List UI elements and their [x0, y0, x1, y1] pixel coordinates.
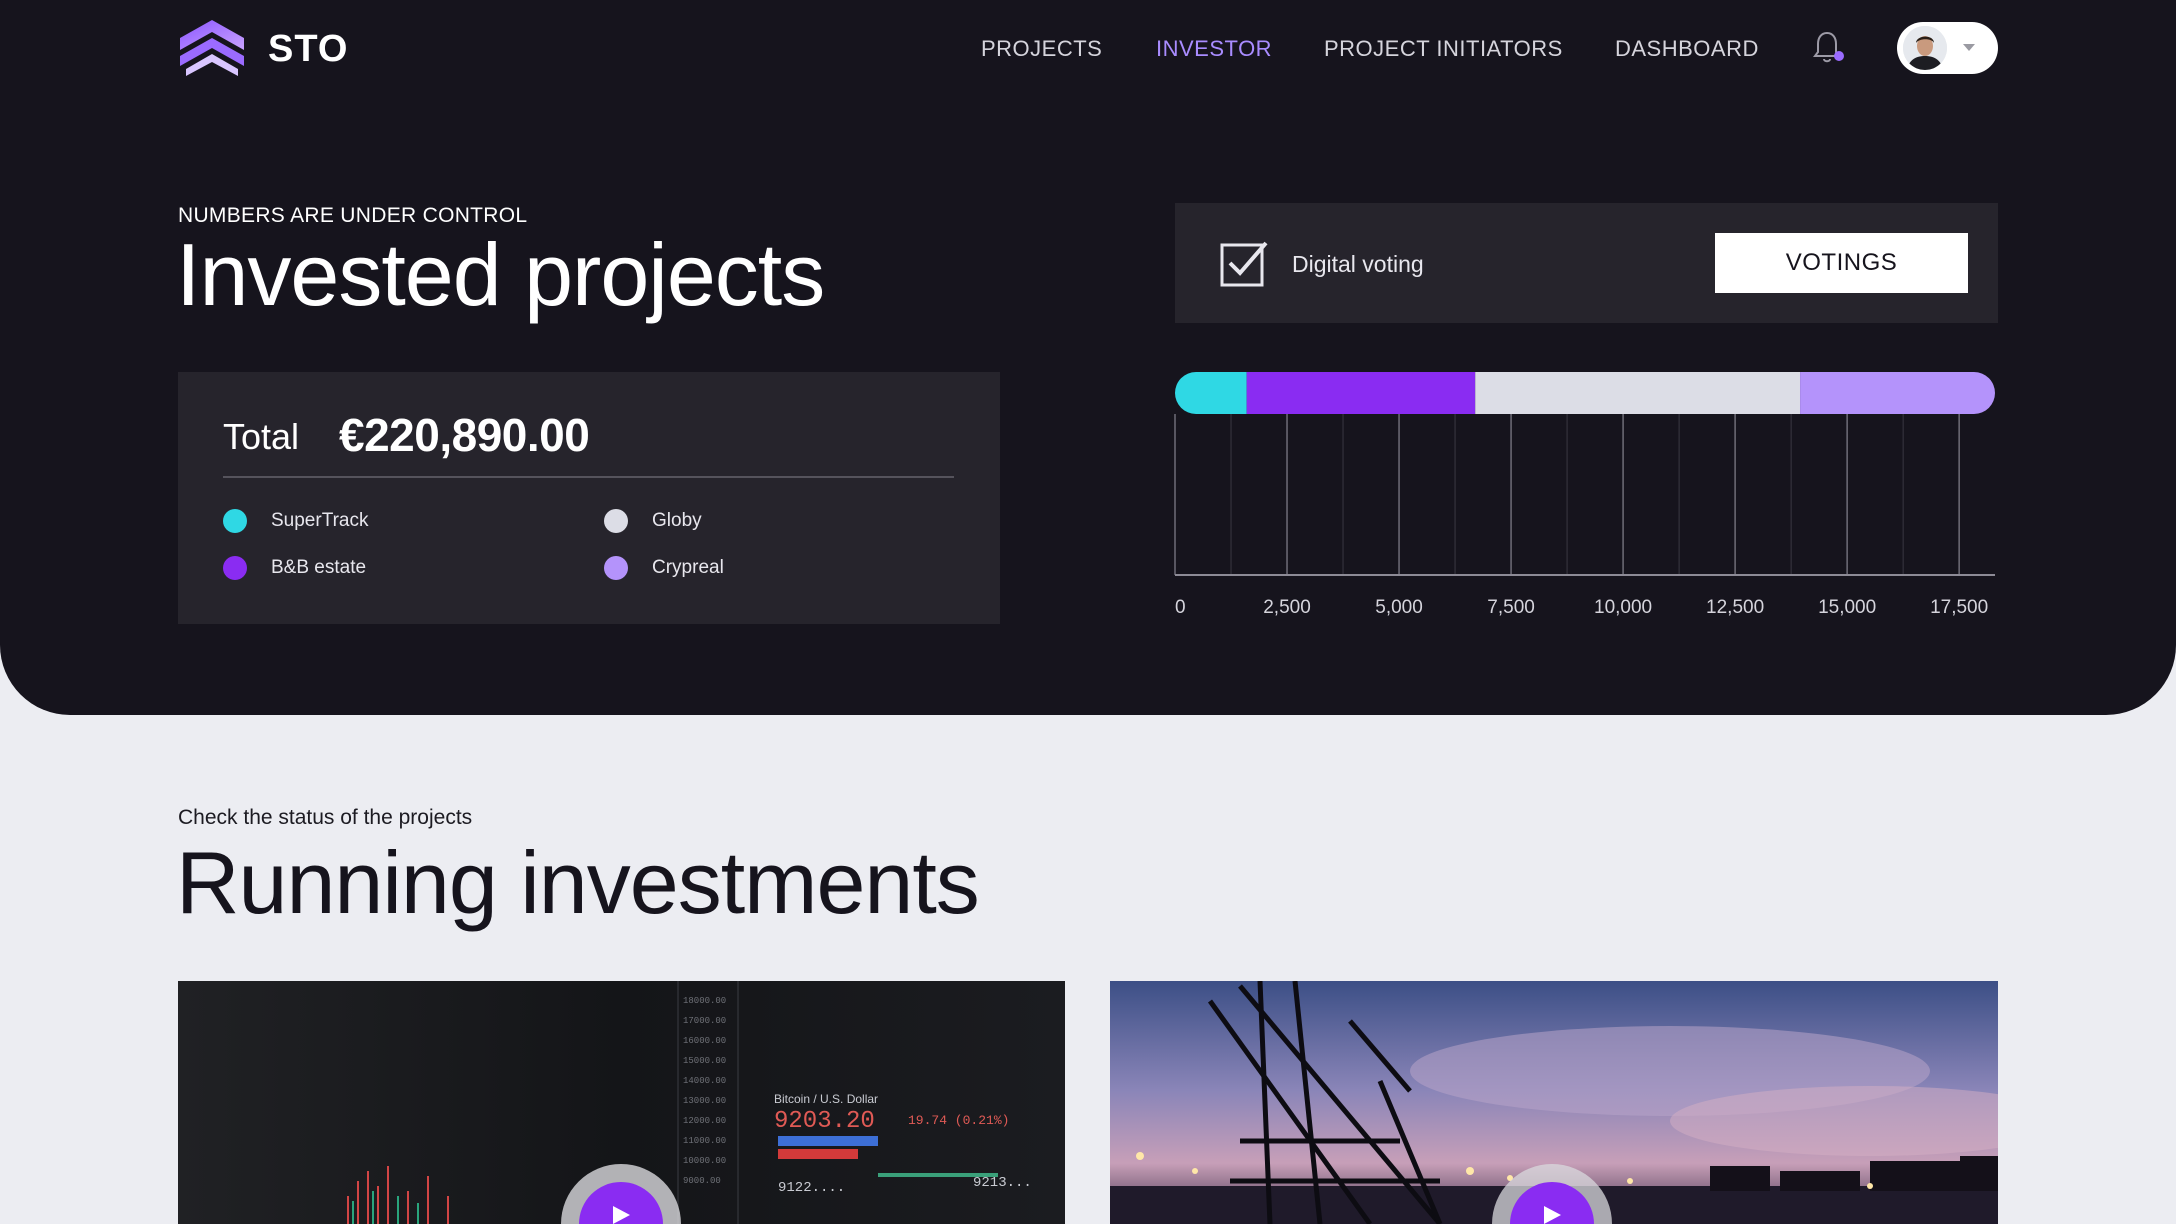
harbor-crane-image [1110, 981, 1998, 1224]
x-tick-label: 7,500 [1487, 597, 1535, 618]
legend-label: Globy [652, 510, 702, 531]
investment-chart: 0 2,500 5,000 7,500 10,000 12,500 15,000 17,500 [1174, 372, 1995, 618]
legend-label: Crypreal [652, 557, 724, 578]
investment-card-harbor[interactable] [1110, 981, 1998, 1224]
bar-segment-globy [1475, 372, 1801, 414]
section-title: Running investments [176, 833, 980, 932]
nav-item-projects[interactable]: PROJECTS [981, 36, 1102, 62]
svg-text:11000.00: 11000.00 [683, 1136, 726, 1146]
legend-dot [223, 556, 247, 580]
svg-text:16000.00: 16000.00 [683, 1036, 726, 1046]
checkbox-icon [1220, 241, 1268, 287]
svg-text:9203.20: 9203.20 [774, 1108, 875, 1135]
votings-button[interactable]: VOTINGS [1715, 233, 1968, 293]
brand-name[interactable]: STO [268, 28, 348, 71]
digital-voting-card: Digital voting VOTINGS [1175, 203, 1998, 323]
digital-voting-label: Digital voting [1292, 251, 1424, 277]
svg-text:15000.00: 15000.00 [683, 1056, 726, 1066]
user-menu[interactable] [1897, 22, 1998, 74]
x-tick-label: 12,500 [1706, 597, 1764, 618]
nav-item-investor[interactable]: INVESTOR [1156, 36, 1272, 62]
avatar [1903, 26, 1947, 70]
nav-item-dashboard[interactable]: DASHBOARD [1615, 36, 1759, 62]
x-tick-label: 2,500 [1263, 597, 1311, 618]
legend-dot [604, 509, 628, 533]
svg-text:13000.00: 13000.00 [683, 1096, 726, 1106]
svg-text:Bitcoin / U.S. Dollar: Bitcoin / U.S. Dollar [774, 1092, 878, 1106]
bar-segment-crypreal [1800, 372, 1995, 414]
x-tick-label: 10,000 [1594, 597, 1652, 618]
x-tick-label: 0 [1175, 597, 1186, 618]
svg-text:10000.00: 10000.00 [683, 1156, 726, 1166]
unread-dot [1834, 51, 1844, 61]
svg-text:9213...: 9213... [973, 1175, 1032, 1191]
logo-icon[interactable] [178, 18, 246, 80]
x-tick-label: 5,000 [1375, 597, 1423, 618]
legend-item-supertrack: SuperTrack [223, 509, 369, 533]
nav-item-project-initiators[interactable]: PROJECT INITIATORS [1324, 36, 1563, 62]
hero-section: STO PROJECTS INVESTOR PROJECT INITIATORS… [0, 0, 2176, 715]
legend-item-globy: Globy [604, 509, 702, 533]
legend-label: B&B estate [271, 557, 367, 578]
total-card: Total €220,890.00 SuperTrack Globy B&B e… [178, 372, 1000, 624]
svg-text:19.74 (0.21%): 19.74 (0.21%) [908, 1113, 1009, 1128]
svg-text:12000.00: 12000.00 [683, 1116, 726, 1126]
svg-text:9122....: 9122.... [778, 1180, 845, 1196]
trading-chart-image: 18000.00 17000.00 16000.00 15000.00 14000.… [178, 981, 1065, 1224]
legend-item-crypreal: Crypreal [604, 556, 724, 580]
x-tick-label: 17,500 [1930, 597, 1988, 618]
bar-segment-supertrack [1175, 372, 1247, 414]
svg-text:18000.00: 18000.00 [683, 996, 726, 1006]
investment-card-trading[interactable]: 18000.00 17000.00 16000.00 15000.00 14000.… [178, 981, 1065, 1224]
page-title: Invested projects [176, 225, 825, 324]
bar-segment-b-b-estate [1246, 372, 1476, 414]
legend-item-bb-estate: B&B estate [223, 556, 366, 580]
legend-dot [604, 556, 628, 580]
chevron-down-icon[interactable] [1963, 44, 1975, 51]
svg-text:17000.00: 17000.00 [683, 1016, 726, 1026]
total-label: Total [223, 416, 300, 457]
bell-icon[interactable] [1812, 28, 1846, 66]
svg-text:9000.00: 9000.00 [683, 1176, 721, 1186]
section-subtitle: Check the status of the projects [178, 806, 473, 829]
total-value: €220,890.00 [339, 409, 590, 461]
divider [223, 476, 954, 478]
svg-text:14000.00: 14000.00 [683, 1076, 726, 1086]
x-tick-label: 15,000 [1818, 597, 1876, 618]
legend-label: SuperTrack [271, 510, 369, 531]
legend-dot [223, 509, 247, 533]
